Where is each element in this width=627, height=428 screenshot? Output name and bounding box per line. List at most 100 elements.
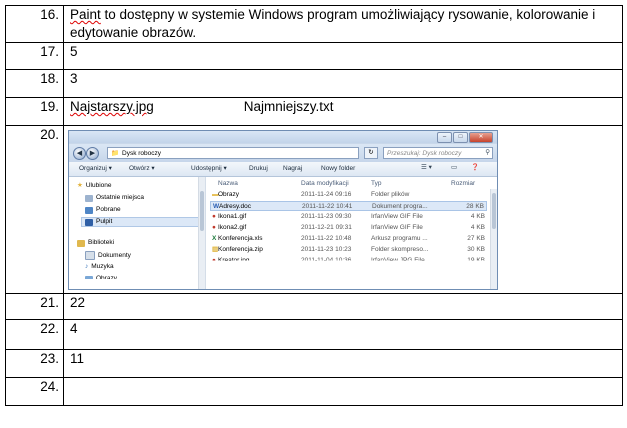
file-date: 2011-12-21 09:31 [301,224,352,231]
file-size: 19 KB [467,257,485,264]
nav-scrollbar[interactable] [198,177,205,289]
back-arrow-icon[interactable]: ◀ [73,147,86,160]
documents-icon [85,251,95,260]
answers-table: 16. Paint to dostępny w systemie Windows… [5,5,623,406]
nav-music[interactable]: ♪ Muzyka [85,263,114,271]
table-row: 20. – □ ✕ ◀ ▶ 📁 Dysk roboczy ↻ Przeszuka… [5,125,623,294]
file-type: IrfanView JPG File [371,257,425,264]
column-header-type[interactable]: Typ [371,180,381,188]
file-name: Ikona2.gif [218,224,247,231]
nav-downloads[interactable]: Pobrane [85,206,121,214]
answer-text: Najstarszy.jpg Najmniejszy.txt [63,97,623,126]
irfanview-icon: ● [212,257,216,264]
file-name: Obrazy [218,191,239,198]
file-date: 2011-11-22 10:48 [301,235,352,242]
table-row: 18. 3 [5,69,623,98]
search-input[interactable]: Przeszukaj: Dysk roboczy ⚲ [383,147,493,159]
row-number: 19. [5,97,64,126]
answer-text: 4 [63,319,623,350]
files-scrollbar[interactable] [490,189,497,289]
open-button[interactable]: Otwórz ▾ [129,165,155,173]
nav-desktop[interactable]: Pulpit [81,217,199,227]
maximize-icon[interactable]: □ [453,132,468,143]
new-folder-button[interactable]: Nowy folder [321,165,355,173]
file-name: Adresy.doc [219,203,252,210]
file-row[interactable]: X Konferencja.xls 2011-11-22 10:48 Arkusz p… [210,234,487,244]
file-row[interactable]: ● Kreator.jpg 2011-11-04 10:36 IrfanView JP… [210,256,487,264]
file-size: 30 KB [467,246,485,253]
burn-button[interactable]: Nagraj [283,165,302,173]
file-row[interactable]: ▬ Obrazy 2011-11-24 09:16 Folder plików [210,190,487,200]
organize-button[interactable]: Organizuj ▾ [79,165,112,173]
file-type: Folder skompreso... [371,246,429,253]
forward-arrow-icon[interactable]: ▶ [86,147,99,160]
answer-text [63,377,623,406]
answer-text: 11 [63,349,623,378]
file-size: 4 KB [470,213,485,220]
minimize-icon[interactable]: – [437,132,452,143]
navigation-pane: ★ Ulubione Ostatnie miejsca Pobrane Pulpi… [69,177,206,289]
title-bar: – □ ✕ [69,131,497,143]
answer-text: 22 [63,293,623,320]
preview-pane-icon[interactable]: ▭ [451,164,457,172]
answer-text: 3 [63,69,623,98]
file-type: Arkusz programu ... [371,235,428,242]
print-button[interactable]: Drukuj [249,165,268,173]
view-options-icon[interactable]: ☰ ▾ [421,164,432,172]
close-icon[interactable]: ✕ [469,132,493,143]
table-row: 21. 22 [5,293,623,320]
nav-documents[interactable]: Dokumenty [85,251,131,260]
answer-text: 5 [63,42,623,70]
help-icon[interactable]: ❓ [471,164,479,172]
table-row: 24. [5,377,623,406]
file-type: IrfanView GIF File [371,213,423,220]
table-row: 17. 5 [5,42,623,70]
breadcrumb-label: Dysk roboczy [122,150,162,157]
file-size: 27 KB [467,235,485,242]
file-date: 2011-11-23 09:30 [301,213,352,220]
explorer-window: – □ ✕ ◀ ▶ 📁 Dysk roboczy ↻ Przeszukaj: D… [68,130,498,290]
file-row[interactable]: ● Ikona2.gif 2011-12-21 09:31 IrfanView GIF… [210,223,487,233]
file-row[interactable]: ● Ikona1.gif 2011-11-23 09:30 IrfanView GIF… [210,212,487,222]
breadcrumb[interactable]: 📁 Dysk roboczy [107,147,359,159]
file-type: IrfanView GIF File [371,224,423,231]
music-icon: ♪ [85,263,89,270]
file-date: 2011-11-24 09:16 [301,191,352,198]
file-list: Nazwa Data modyfikacji Typ Rozmiar ▬ Obra… [206,177,497,289]
table-row: 16. Paint to dostępny w systemie Windows… [5,5,623,43]
pictures-icon [85,275,93,279]
column-header-name[interactable]: Nazwa [218,180,238,188]
file-row[interactable]: ▥ Konferencja.zip 2011-11-23 10:23 Folder s… [210,245,487,255]
nav-recent[interactable]: Ostatnie miejsca [85,194,144,202]
nav-pictures[interactable]: Obrazy [85,275,117,279]
scrollbar-thumb[interactable] [492,193,496,229]
column-header-date[interactable]: Data modyfikacji [301,180,349,188]
nav-libraries[interactable]: Biblioteki [77,239,114,247]
excel-icon: X [212,235,217,242]
irfanview-icon: ● [212,213,216,220]
recent-places-icon [85,194,93,202]
search-placeholder: Przeszukaj: Dysk roboczy [387,150,462,157]
file-name: Konferencja.xls [218,235,263,242]
file-date: 2011-11-23 10:23 [301,246,352,253]
folder-icon: 📁 [111,150,120,157]
table-row: 23. 11 [5,349,623,378]
spell-flagged-word: Paint [70,7,101,22]
nav-favorites[interactable]: ★ Ulubione [77,182,112,190]
table-row: 22. 4 [5,319,623,350]
refresh-icon[interactable]: ↻ [364,147,378,159]
column-header-size[interactable]: Rozmiar [451,180,475,188]
search-icon: ⚲ [485,149,490,156]
file-size: 4 KB [470,224,485,231]
star-icon: ★ [77,182,83,189]
file-date: 2011-11-22 10:41 [302,203,353,210]
file-row[interactable]: W Adresy.doc 2011-11-22 10:41 Dokument prog… [210,201,487,211]
row-number: 17. [5,42,64,70]
row-number: 22. [5,319,64,350]
file-type: Dokument progra... [372,203,428,210]
share-button[interactable]: Udostępnij ▾ [191,165,227,173]
toolbar: Organizuj ▾ Otwórz ▾ Udostępnij ▾ Drukuj… [69,162,497,177]
row-number: 16. [5,5,64,43]
address-bar: ◀ ▶ 📁 Dysk roboczy ↻ Przeszukaj: Dysk ro… [69,144,497,162]
scrollbar-thumb[interactable] [200,191,204,231]
